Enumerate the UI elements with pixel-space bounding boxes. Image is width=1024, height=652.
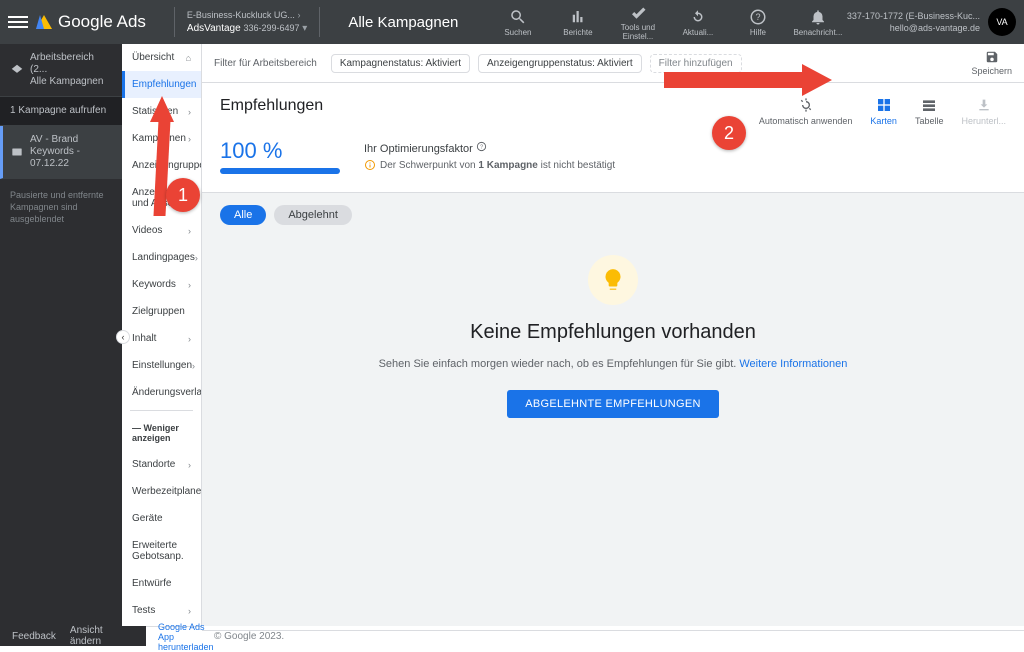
divider xyxy=(174,7,175,37)
recommendations-card: Empfehlungen Automatisch anwenden Karten… xyxy=(202,83,1024,193)
nav-item-zielgruppen[interactable]: Zielgruppen xyxy=(122,298,201,325)
nav-item-videos[interactable]: Videos› xyxy=(122,217,201,244)
lightbulb-icon xyxy=(588,255,638,305)
nav-item-landingpages[interactable]: Landingpages› xyxy=(122,244,201,271)
sidebar-note: Pausierte und entfernte Kampagnen sind a… xyxy=(0,179,122,235)
scope-selector[interactable]: Arbeitsbereich (2...Alle Kampagnen xyxy=(0,44,122,97)
nav-item-tests[interactable]: Tests› xyxy=(122,597,201,624)
filter-label: Filter für Arbeitsbereich xyxy=(214,58,317,69)
rejected-recs-button[interactable]: ABGELEHNTE EMPFEHLUNGEN xyxy=(507,390,719,418)
collapse-handle-icon[interactable]: ‹ xyxy=(116,330,130,344)
annotation-badge-1: 1 xyxy=(166,178,200,212)
main-area: Filter für Arbeitsbereich Kampagnenstatu… xyxy=(202,44,1024,626)
menu-icon[interactable] xyxy=(8,12,28,32)
svg-text:?: ? xyxy=(755,12,760,22)
empty-subtitle: Sehen Sie einfach morgen wieder nach, ob… xyxy=(363,358,863,370)
warning-icon xyxy=(364,159,376,171)
change-view-link[interactable]: Ansicht ändern xyxy=(70,625,134,647)
optimization-score: 100 % xyxy=(220,138,340,164)
copyright: © Google 2023. xyxy=(214,631,284,642)
tools-icon[interactable]: Tools und Einstel... xyxy=(617,3,659,41)
nav-item--bersicht[interactable]: Übersicht⌂ xyxy=(122,44,201,71)
nav-item-keywords[interactable]: Keywords› xyxy=(122,271,201,298)
notifications-icon[interactable]: Benachricht... xyxy=(797,8,839,37)
search-icon[interactable]: Suchen xyxy=(497,8,539,37)
campaign-count[interactable]: 1 Kampagne aufrufen xyxy=(0,97,122,126)
opt-sub: Der Schwerpunkt von 1 Kampagne ist nicht… xyxy=(364,159,615,171)
account-selector[interactable]: E-Business-Kuckluck UG... › AdsVantage 3… xyxy=(187,9,307,35)
annotation-arrow-2 xyxy=(664,64,834,94)
nav-item-standorte[interactable]: Standorte› xyxy=(122,451,201,478)
cards-view-button[interactable]: Karten xyxy=(870,97,897,126)
svg-text:?: ? xyxy=(480,144,483,150)
nav-item-empfehlungen[interactable]: Empfehlungen xyxy=(122,71,201,98)
left-sidebar: Arbeitsbereich (2...Alle Kampagnen 1 Kam… xyxy=(0,44,122,626)
nav-item-erweiterte-gebotsanp-[interactable]: Erweiterte Gebotsanp. xyxy=(122,532,201,570)
logo-text: Google Ads xyxy=(58,12,146,32)
empty-state-area: Alle Abgelehnt Keine Empfehlungen vorhan… xyxy=(202,193,1024,450)
filter-pill[interactable]: Anzeigengruppenstatus: Aktiviert xyxy=(478,54,642,73)
footer: Feedback Ansicht ändern Google Ads App h… xyxy=(0,626,1024,646)
chip-all[interactable]: Alle xyxy=(220,205,266,225)
avatar[interactable]: VA xyxy=(988,8,1016,36)
opt-label: Ihr Optimierungsfaktor ? xyxy=(364,141,615,155)
app-download-link[interactable]: Google Ads App herunterladen xyxy=(146,626,202,646)
empty-title: Keine Empfehlungen vorhanden xyxy=(363,321,863,344)
divider xyxy=(319,7,320,37)
account-right: 337-170-1772 (E-Business-Kuc... hello@ad… xyxy=(847,10,980,34)
filter-pill[interactable]: Kampagnenstatus: Aktiviert xyxy=(331,54,470,73)
score-bar xyxy=(220,168,340,174)
nav-item--nderungsverlauf[interactable]: Änderungsverlauf xyxy=(122,379,201,406)
refresh-icon[interactable]: Aktuali... xyxy=(677,8,719,37)
more-info-link[interactable]: Weitere Informationen xyxy=(739,358,847,370)
chip-rejected[interactable]: Abgelehnt xyxy=(274,205,352,225)
reports-icon[interactable]: Berichte xyxy=(557,8,599,37)
table-view-button[interactable]: Tabelle xyxy=(915,97,944,126)
nav-item-werbezeitplaner[interactable]: Werbezeitplaner› xyxy=(122,478,201,505)
nav-item-entw-rfe[interactable]: Entwürfe xyxy=(122,570,201,597)
download-button[interactable]: Herunterl... xyxy=(961,97,1006,126)
campaign-scope-title: Alle Kampagnen xyxy=(348,14,458,31)
filter-bar: Filter für Arbeitsbereich Kampagnenstatu… xyxy=(202,44,1024,83)
page-title: Empfehlungen xyxy=(220,97,323,115)
nav-item-inhalt[interactable]: Inhalt› xyxy=(122,325,201,352)
nav-toggle[interactable]: — Weniger anzeigen xyxy=(122,415,201,451)
active-campaign[interactable]: AV - Brand Keywords -07.12.22 xyxy=(0,126,122,179)
help-icon[interactable]: ?Hilfe xyxy=(737,8,779,37)
feedback-link[interactable]: Feedback xyxy=(12,631,56,642)
info-icon[interactable]: ? xyxy=(476,141,487,152)
header-tools: Suchen Berichte Tools und Einstel... Akt… xyxy=(497,3,839,41)
auto-apply-button[interactable]: Automatisch anwenden xyxy=(759,97,853,126)
top-header: Google Ads E-Business-Kuckluck UG... › A… xyxy=(0,0,1024,44)
nav-item-einstellungen[interactable]: Einstellungen› xyxy=(122,352,201,379)
annotation-badge-2: 2 xyxy=(712,116,746,150)
save-button[interactable]: Speichern xyxy=(971,50,1012,76)
google-ads-logo-icon xyxy=(36,15,52,29)
nav-item-ger-te[interactable]: Geräte xyxy=(122,505,201,532)
opt-score-block: 100 % xyxy=(220,138,340,174)
